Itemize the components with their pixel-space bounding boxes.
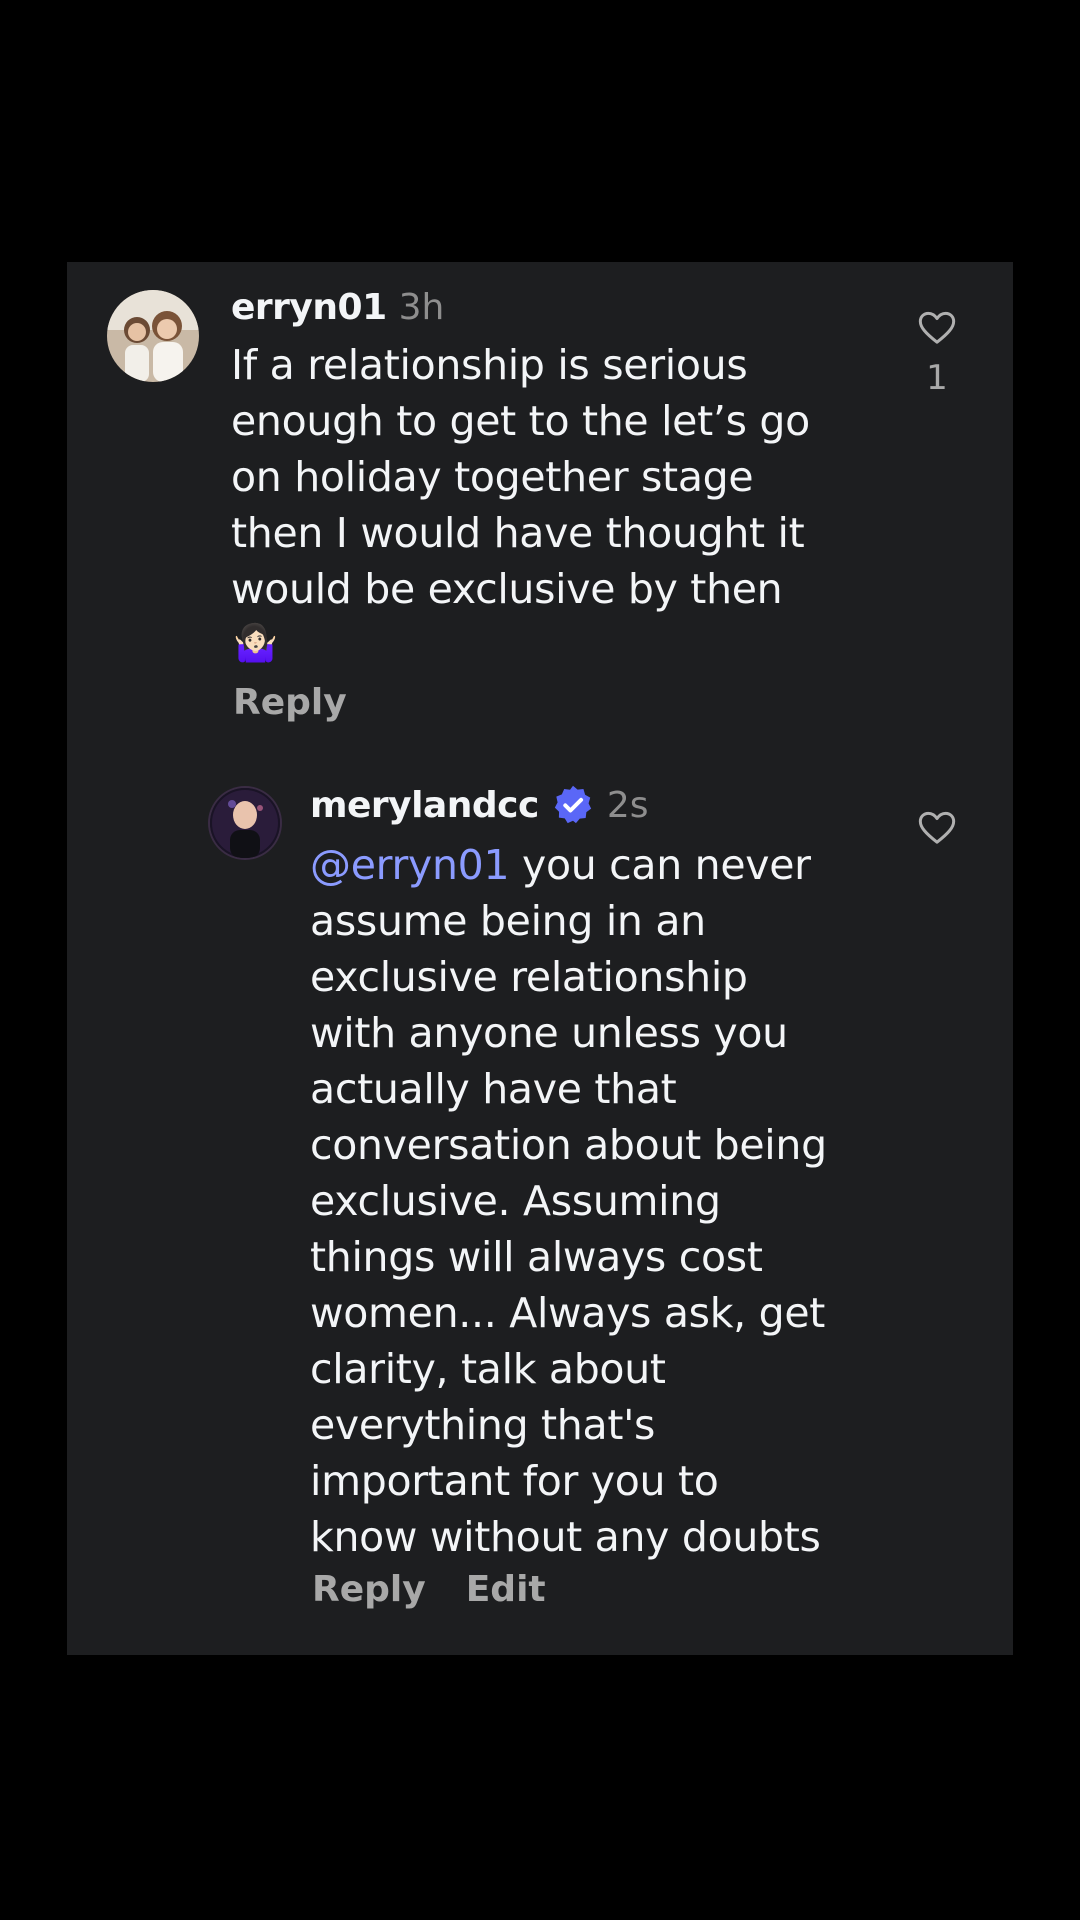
screen: erryn01 3h If a relationship is serious … <box>0 0 1080 1920</box>
username[interactable]: merylandcc <box>310 785 539 826</box>
reply-button[interactable]: Reply <box>312 1569 426 1610</box>
like-count: 1 <box>926 358 948 398</box>
avatar-photo <box>210 788 280 858</box>
comment-actions: Reply <box>233 682 347 723</box>
mention-link[interactable]: @erryn01 <box>310 841 510 889</box>
comment-text: If a relationship is serious enough to g… <box>231 341 810 613</box>
heart-icon[interactable] <box>917 808 957 848</box>
shrug-emoji: 🤷🏻‍♀️ <box>233 623 278 664</box>
reply-text: @erryn01 you can never assume being in a… <box>310 837 930 1565</box>
reply-body: you can never assume being in an exclusi… <box>310 841 827 1561</box>
edit-button[interactable]: Edit <box>466 1569 546 1610</box>
avatar-photo <box>107 290 199 382</box>
comment-card: erryn01 3h If a relationship is serious … <box>67 262 1013 1655</box>
timestamp: 3h <box>398 286 445 328</box>
reply-avatar[interactable] <box>210 788 280 858</box>
timestamp: 2s <box>606 784 649 826</box>
verified-badge-icon <box>554 785 592 824</box>
heart-icon[interactable] <box>917 308 957 348</box>
reply-button[interactable]: Reply <box>233 682 347 723</box>
commenter-avatar[interactable] <box>107 290 199 382</box>
reply-actions: Reply Edit <box>312 1569 546 1610</box>
reply-header: merylandcc 2s <box>310 777 649 833</box>
comment-header: erryn01 3h <box>231 282 444 332</box>
username[interactable]: erryn01 <box>231 287 387 328</box>
